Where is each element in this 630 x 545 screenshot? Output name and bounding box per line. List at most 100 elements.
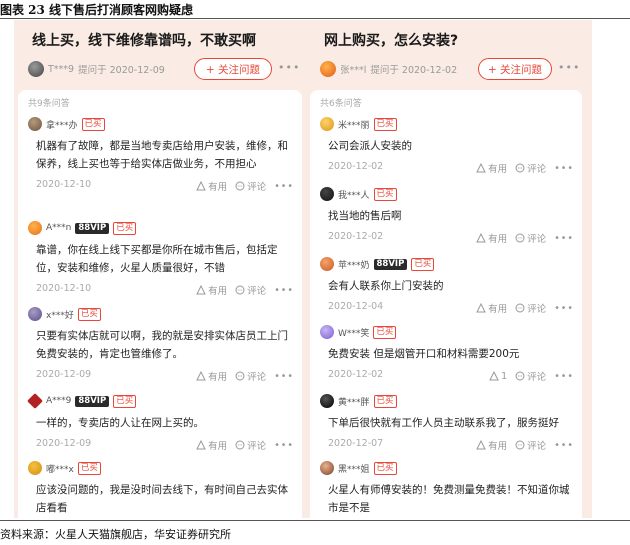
comment-button[interactable]: 评论	[515, 301, 546, 315]
answer-user: x***好	[46, 310, 74, 321]
answer-user: A***n	[46, 223, 72, 233]
answer-text: 只要有实体店就可以啊，我的就是安排实体店员工上门免费安装的，肯定也管维修了。	[36, 330, 288, 360]
user-avatar-icon	[320, 325, 334, 339]
answer-item: W***笑 已买 免费安装 但是烟管开口和材料需要200元 2020-12-02 …	[320, 324, 574, 385]
answer-item: 黑***姐 已买 火星人有师傅安装的！免费测量免费装！不知道你城市是不是	[320, 460, 574, 517]
answer-count: 共6条问答	[320, 99, 362, 109]
bought-badge: 已买	[411, 257, 435, 271]
question-panel-right: 网上购买，怎么安装? 张***l 提问于 2020-12-02 + 关注问题 •…	[306, 20, 592, 518]
more-dots-icon[interactable]: •••	[274, 285, 294, 296]
thumbs-up-triangle-icon	[476, 233, 486, 243]
thumbs-up-triangle-icon	[196, 285, 206, 295]
like-button[interactable]: 有用	[196, 438, 227, 452]
answer-text: 火星人有师傅安装的！免费测量免费装！不知道你城市是不是	[328, 484, 570, 514]
answers-list: 共6条问答 米***丽 已买 公司会派人安装的 2020-12-02 有用 评论 ••…	[310, 90, 582, 518]
comment-button[interactable]: 评论	[515, 438, 546, 452]
user-avatar-icon	[320, 461, 334, 475]
more-dots-icon[interactable]: •••	[554, 371, 574, 382]
comment-bubble-icon	[235, 285, 245, 295]
bought-badge: 已买	[373, 461, 397, 475]
source-rule	[0, 520, 630, 521]
answer-text: 下单后很快就有工作人员主动联系我了，服务挺好	[328, 417, 559, 429]
thumbs-up-triangle-icon	[489, 371, 499, 381]
answer-user: A***9	[46, 396, 72, 406]
more-dots-icon[interactable]: •••	[278, 61, 300, 74]
comment-bubble-icon	[515, 303, 525, 313]
figure-caption: 图表 23 线下售后打消顾客网购疑虑	[0, 2, 194, 17]
user-avatar-icon	[28, 307, 42, 321]
answer-item: 拿***办 已买 机器有了故障，都是当地专卖店给用户安装，维修，和保养，线上买也等…	[28, 116, 294, 195]
answer-text: 找当地的售后啊	[328, 210, 402, 222]
more-dots-icon[interactable]: •••	[554, 233, 574, 244]
comment-bubble-icon	[235, 181, 245, 191]
answer-user: 我***人	[338, 190, 370, 201]
user-avatar-icon	[320, 187, 334, 201]
answer-item: 米***丽 已买 公司会派人安装的 2020-12-02 有用 评论 •••	[320, 116, 574, 177]
answer-text: 一样的，专卖店的人让在网上买的。	[36, 417, 204, 429]
answer-text: 应该没问题的，我是没时间去线下，有时间自己去实体店看看	[36, 484, 288, 514]
asker-name: T***9	[48, 63, 75, 75]
like-button[interactable]: 1	[489, 371, 507, 382]
answer-item: 苹***奶 88VIP 已买 会有人联系你上门安装的 2020-12-04 有用 评论…	[320, 256, 574, 317]
asker-avatar-icon	[320, 61, 336, 77]
comment-button[interactable]: 评论	[515, 231, 546, 245]
caption-rule	[0, 18, 630, 19]
more-dots-icon[interactable]: •••	[274, 181, 294, 192]
answer-text: 靠谱，你在线上线下买都是你所在城市售后，包括定位，安装和维修，火星人质量很好，不…	[36, 244, 278, 274]
thumbs-up-triangle-icon	[476, 440, 486, 450]
answer-user: 米***丽	[338, 120, 370, 131]
question-meta: 张***l 提问于 2020-12-02	[320, 59, 457, 79]
more-dots-icon[interactable]: •••	[554, 303, 574, 314]
answer-item: 黄***胖 已买 下单后很快就有工作人员主动联系我了，服务挺好 2020-12-0…	[320, 393, 574, 454]
like-button[interactable]: 有用	[196, 283, 227, 297]
like-button[interactable]: 有用	[196, 369, 227, 383]
answer-user: 苹***奶	[338, 260, 370, 271]
comment-bubble-icon	[515, 440, 525, 450]
answer-user: 黄***胖	[338, 397, 370, 408]
bought-badge: 已买	[77, 461, 101, 475]
like-button[interactable]: 有用	[476, 438, 507, 452]
bought-badge: 已买	[373, 187, 397, 201]
user-avatar-icon	[28, 461, 42, 475]
like-button[interactable]: 有用	[476, 231, 507, 245]
thumbs-up-triangle-icon	[196, 371, 206, 381]
follow-question-button[interactable]: + 关注问题	[194, 58, 272, 80]
comment-button[interactable]: 评论	[515, 369, 546, 383]
user-avatar-icon	[28, 117, 42, 131]
follow-question-button[interactable]: + 关注问题	[478, 58, 552, 80]
answers-list: 共9条问答 拿***办 已买 机器有了故障，都是当地专卖店给用户安装，维修，和保养…	[18, 90, 302, 518]
comment-button[interactable]: 评论	[235, 179, 266, 193]
comment-button[interactable]: 评论	[515, 161, 546, 175]
like-button[interactable]: 有用	[476, 161, 507, 175]
more-dots-icon[interactable]: •••	[554, 440, 574, 451]
bought-badge: 已买	[373, 325, 397, 339]
answer-text: 免费安装 但是烟管开口和材料需要200元	[328, 348, 520, 360]
answer-date: 2020-12-09	[36, 438, 92, 449]
comment-button[interactable]: 评论	[235, 283, 266, 297]
asked-time: 提问于 2020-12-09	[78, 65, 165, 76]
question-title: 网上购买，怎么安装?	[324, 33, 459, 49]
like-button[interactable]: 有用	[476, 301, 507, 315]
asker-avatar-icon	[28, 61, 44, 77]
more-dots-icon[interactable]: •••	[274, 440, 294, 451]
thumbs-up-triangle-icon	[476, 163, 486, 173]
like-button[interactable]: 有用	[196, 179, 227, 193]
bought-badge: 已买	[77, 307, 101, 321]
comment-button[interactable]: 评论	[235, 438, 266, 452]
answer-date: 2020-12-09	[36, 369, 92, 380]
answer-item: 我***人 已买 找当地的售后啊 2020-12-02 有用 评论 •••	[320, 186, 574, 247]
bought-badge: 已买	[373, 117, 397, 131]
more-dots-icon[interactable]: •••	[558, 61, 580, 74]
more-dots-icon[interactable]: •••	[274, 371, 294, 382]
answer-item: A***9 88VIP 已买 一样的，专卖店的人让在网上买的。 2020-12-09…	[27, 393, 294, 454]
answer-user: 拿***办	[46, 120, 78, 131]
question-panel-left: 线上买，线下维修靠谱吗，不敢买啊 T***9 提问于 2020-12-09 + …	[14, 20, 308, 518]
thumbs-up-triangle-icon	[196, 181, 206, 191]
user-avatar-icon	[320, 117, 334, 131]
answer-item: x***好 已买 只要有实体店就可以啊，我的就是安排实体店员工上门免费安装的，肯定…	[28, 306, 294, 385]
comment-button[interactable]: 评论	[235, 369, 266, 383]
more-dots-icon[interactable]: •••	[554, 163, 574, 174]
comment-bubble-icon	[515, 233, 525, 243]
vip-badge: 88VIP	[75, 222, 110, 234]
answer-date: 2020-12-02	[328, 231, 384, 242]
